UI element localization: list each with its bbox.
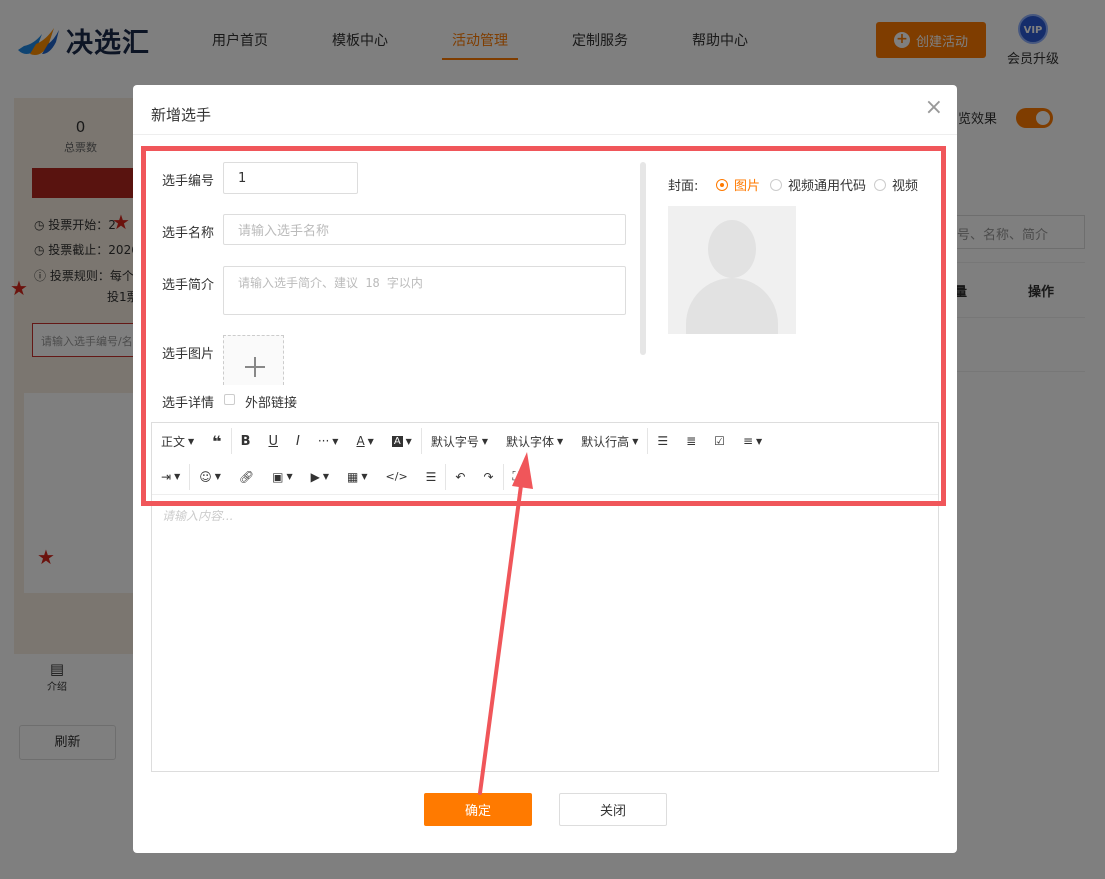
dialog-title: 新增选手 — [151, 106, 212, 124]
close-button[interactable]: 关闭 — [559, 793, 667, 826]
dialog-header: 新增选手 × — [133, 85, 957, 135]
confirm-button[interactable]: 确定 — [424, 793, 532, 826]
close-icon[interactable]: × — [925, 97, 943, 119]
annotation-highlight-box — [141, 146, 946, 506]
editor-content-area[interactable]: 请输入内容... — [162, 507, 233, 524]
